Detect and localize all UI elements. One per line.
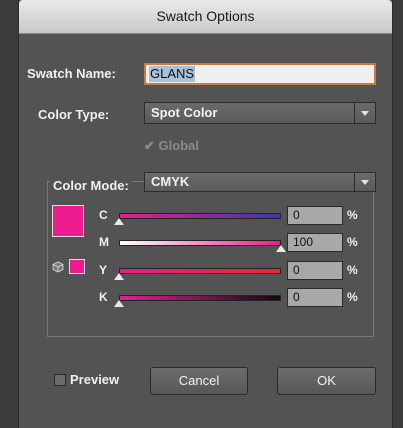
chevron-down-icon bbox=[354, 103, 375, 123]
percent-unit: % bbox=[347, 263, 358, 277]
swatch-name-field[interactable]: GLANS bbox=[144, 63, 376, 85]
color-type-value: Spot Color bbox=[151, 105, 218, 120]
slider-letter: K bbox=[99, 290, 108, 304]
slider-thumb[interactable] bbox=[114, 300, 124, 307]
gamut-swatch[interactable] bbox=[69, 259, 85, 274]
slider-thumb[interactable] bbox=[114, 273, 124, 280]
slider-track[interactable] bbox=[119, 295, 281, 301]
global-checkbox[interactable]: ✔ Global bbox=[144, 138, 199, 154]
cancel-button[interactable]: Cancel bbox=[150, 367, 248, 395]
swatch-name-value: GLANS bbox=[149, 66, 196, 82]
slider-value-field[interactable]: 100 bbox=[287, 233, 343, 252]
percent-unit: % bbox=[347, 208, 358, 222]
percent-unit: % bbox=[347, 290, 358, 304]
out-of-gamut-cube-icon bbox=[52, 261, 64, 273]
color-group-box bbox=[47, 181, 374, 337]
ok-button[interactable]: OK bbox=[277, 367, 376, 395]
preview-checkbox[interactable] bbox=[54, 374, 66, 386]
slider-value-field[interactable]: 0 bbox=[287, 206, 343, 225]
color-type-label: Color Type: bbox=[38, 107, 110, 122]
slider-letter: Y bbox=[99, 263, 108, 277]
dialog-title: Swatch Options bbox=[19, 0, 392, 34]
slider-letter: M bbox=[99, 235, 109, 249]
color-mode-label: Color Mode: bbox=[50, 178, 132, 193]
slider-track[interactable] bbox=[119, 268, 281, 274]
slider-track[interactable] bbox=[119, 240, 281, 246]
slider-thumb[interactable] bbox=[114, 218, 124, 225]
color-type-dropdown[interactable]: Spot Color bbox=[144, 102, 376, 124]
slider-track[interactable] bbox=[119, 213, 281, 219]
slider-value-field[interactable]: 0 bbox=[287, 261, 343, 280]
color-mode-dropdown[interactable]: CMYK bbox=[144, 172, 376, 192]
swatch-options-dialog: Swatch Options Swatch Name: GLANS Color … bbox=[18, 0, 393, 428]
checkmark-icon: ✔ bbox=[144, 138, 155, 153]
percent-unit: % bbox=[347, 235, 358, 249]
preview-label: Preview bbox=[70, 372, 120, 387]
slider-thumb[interactable] bbox=[276, 245, 286, 252]
slider-letter: C bbox=[99, 208, 108, 222]
swatch-name-label: Swatch Name: bbox=[27, 66, 116, 81]
swatch-color-preview bbox=[52, 205, 84, 237]
chevron-down-icon bbox=[354, 173, 375, 191]
global-label: Global bbox=[158, 138, 199, 153]
slider-value-field[interactable]: 0 bbox=[287, 288, 343, 307]
color-mode-value: CMYK bbox=[151, 174, 190, 189]
